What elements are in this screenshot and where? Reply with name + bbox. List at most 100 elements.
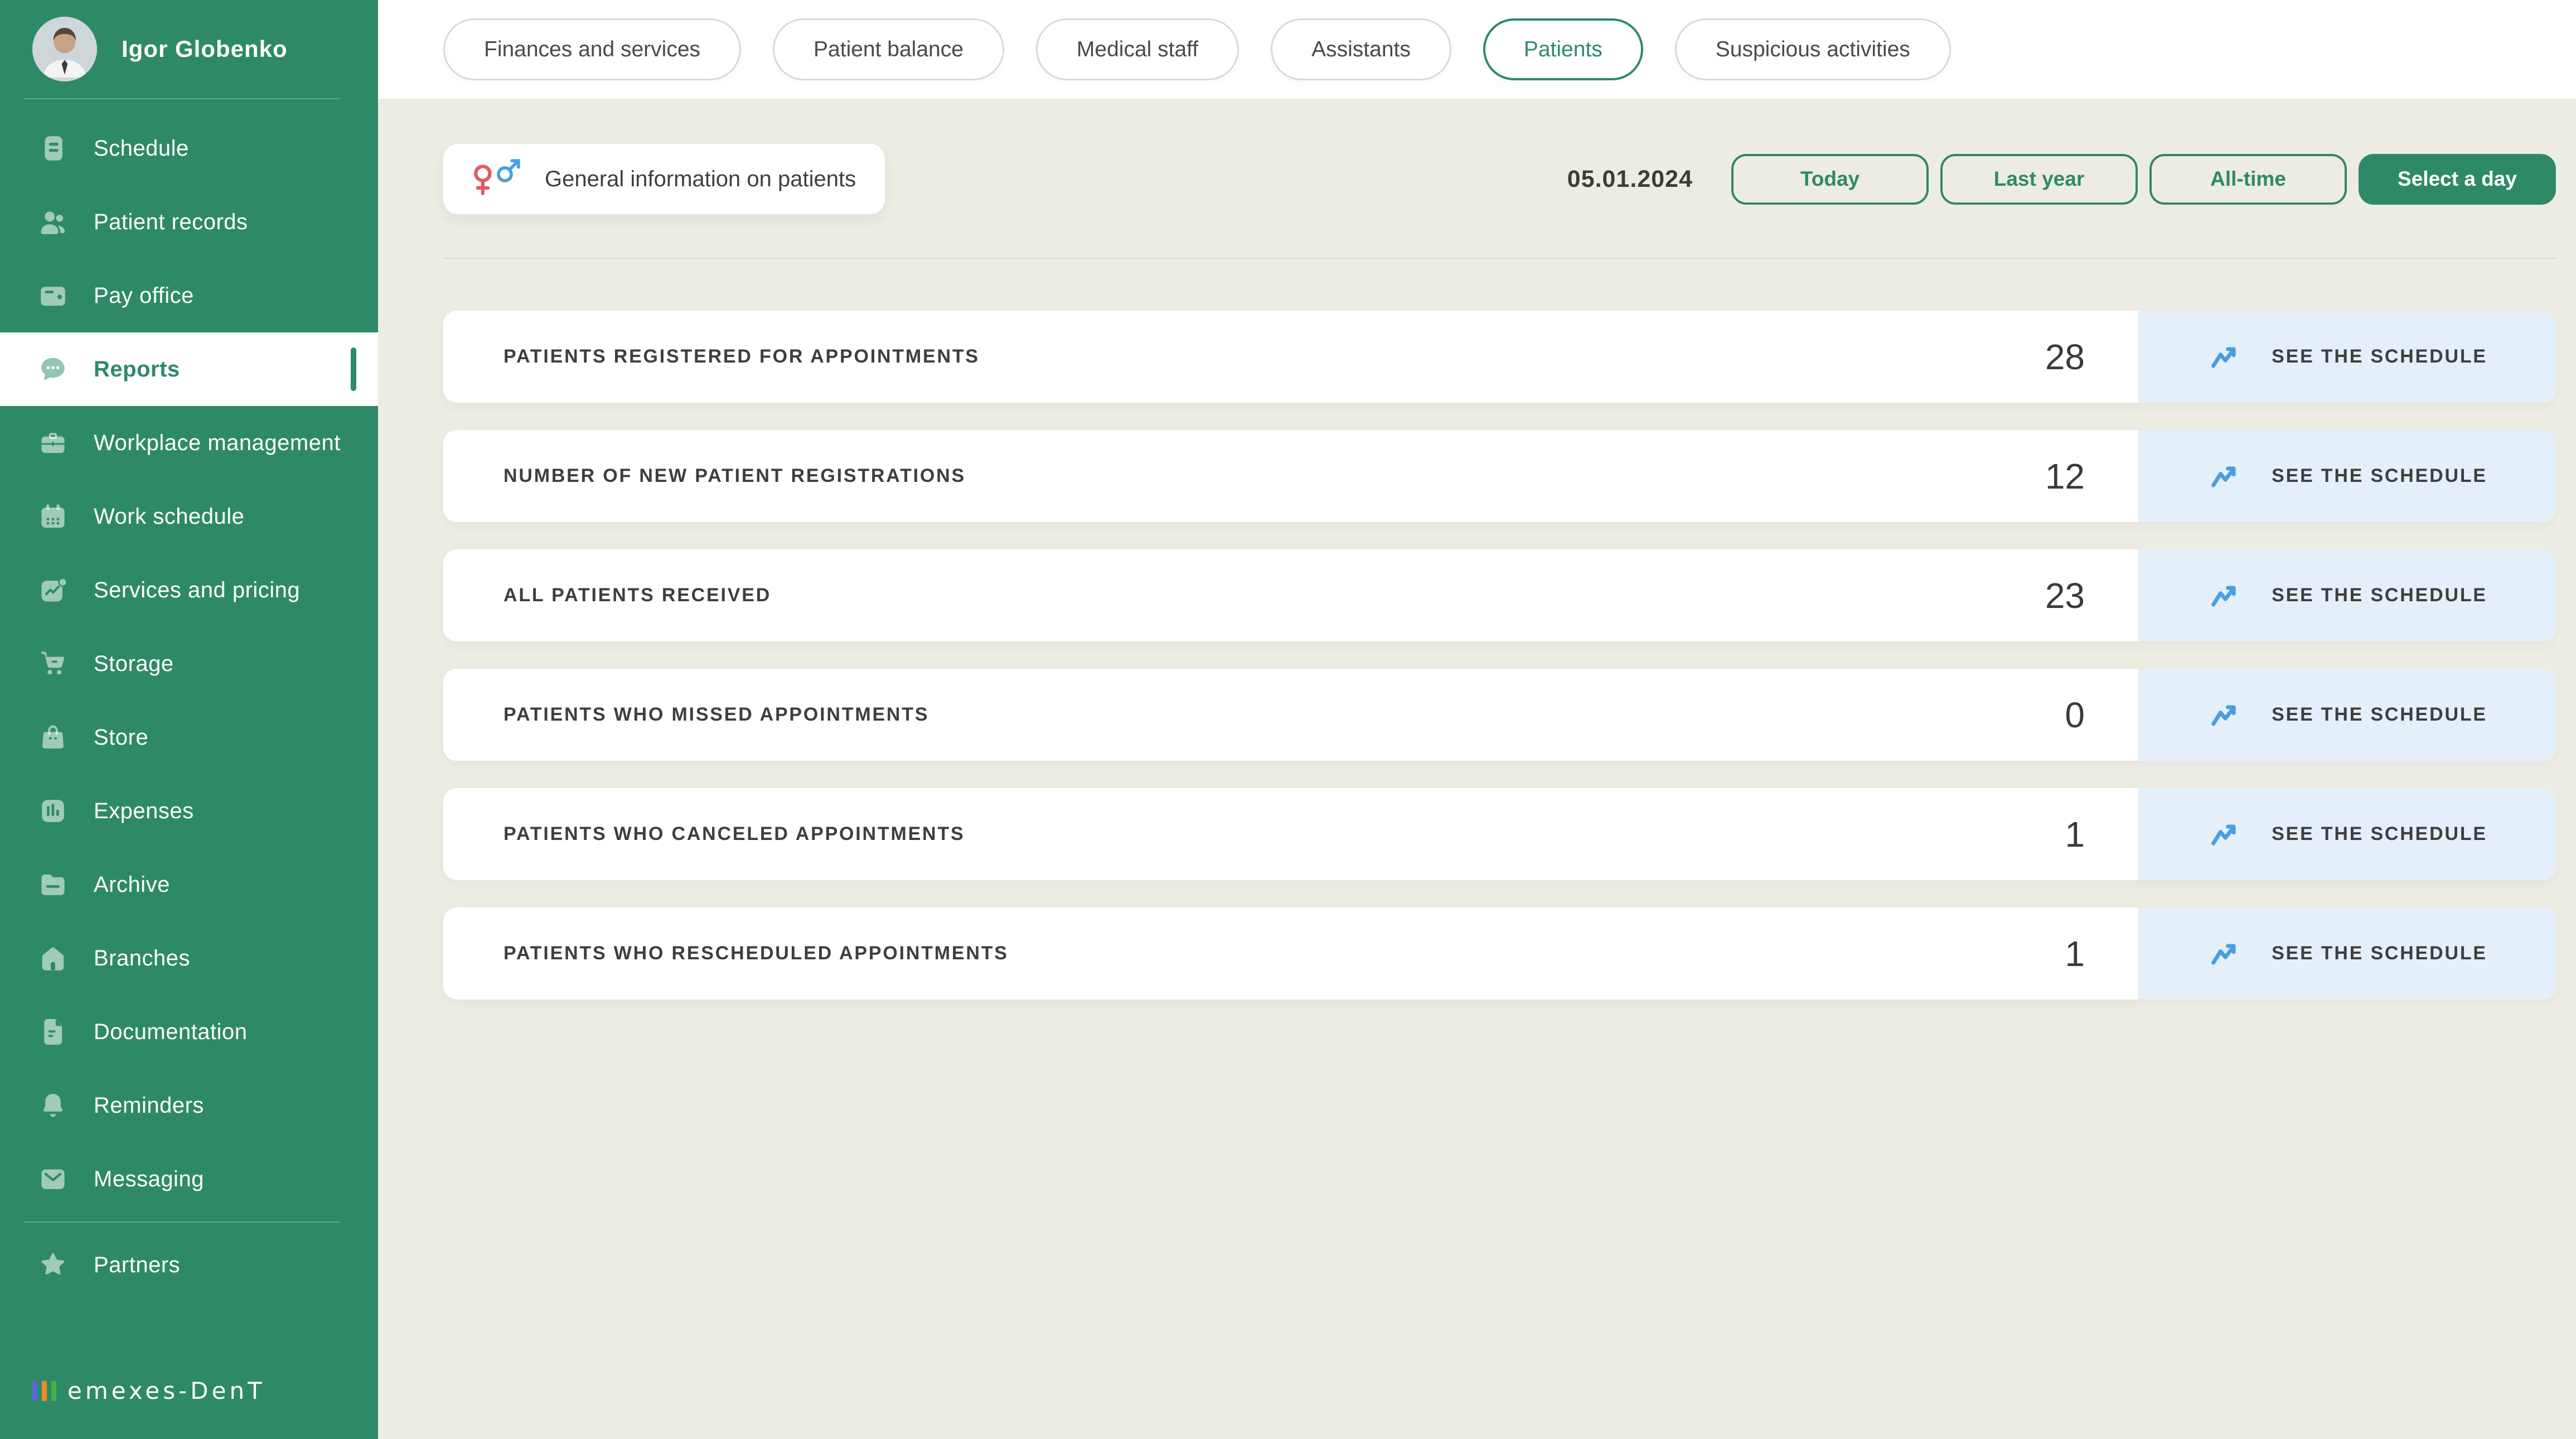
sidebar-item-messaging[interactable]: Messaging <box>0 1142 378 1216</box>
sidebar-item-services-and-pricing[interactable]: Services and pricing <box>0 553 378 627</box>
trend-up-icon <box>2207 696 2246 735</box>
sidebar-item-work-schedule[interactable]: Work schedule <box>0 480 378 553</box>
patient-records-icon <box>37 206 69 238</box>
sidebar-item-label: Patient records <box>94 210 248 235</box>
sidebar-item-partners[interactable]: Partners <box>0 1228 378 1302</box>
sidebar-item-label: Reports <box>94 357 180 382</box>
see-the-schedule-label: SEE THE SCHEDULE <box>2272 585 2487 606</box>
see-the-schedule-label: SEE THE SCHEDULE <box>2272 943 2487 964</box>
sidebar-item-reports[interactable]: Reports <box>0 332 378 406</box>
chart-badge-icon <box>37 574 69 606</box>
sidebar-item-label: Archive <box>94 872 170 897</box>
stats-list: PATIENTS REGISTERED FOR APPOINTMENTS 28 … <box>443 311 2556 999</box>
sidebar-item-label: Store <box>94 725 148 750</box>
stat-label: PATIENTS WHO CANCELED APPOINTMENTS <box>443 823 965 845</box>
stat-value: 23 <box>2045 575 2138 616</box>
sidebar-item-documentation[interactable]: Documentation <box>0 995 378 1069</box>
sidebar-item-reminders[interactable]: Reminders <box>0 1069 378 1142</box>
see-the-schedule-button[interactable]: SEE THE SCHEDULE <box>2138 907 2556 999</box>
sidebar: Igor Globenko Schedule Patient records P… <box>0 0 378 1439</box>
trend-up-icon <box>2207 934 2246 973</box>
stat-label: PATIENTS REGISTERED FOR APPOINTMENTS <box>443 346 980 368</box>
toolbar-row: General information on patients 05.01.20… <box>443 144 2556 214</box>
today-button[interactable]: Today <box>1731 154 1929 205</box>
sidebar-item-label: Work schedule <box>94 504 244 529</box>
chat-dots-icon <box>37 353 69 385</box>
stat-label: PATIENTS WHO MISSED APPOINTMENTS <box>443 704 929 726</box>
stat-value: 1 <box>2065 814 2138 855</box>
stat-row-registered: PATIENTS REGISTERED FOR APPOINTMENTS 28 … <box>443 311 2556 403</box>
sidebar-item-storage[interactable]: Storage <box>0 627 378 701</box>
user-name: Igor Globenko <box>122 36 288 62</box>
sidebar-item-expenses[interactable]: Expenses <box>0 774 378 848</box>
sidebar-item-label: Reminders <box>94 1093 204 1118</box>
sidebar-divider <box>23 98 340 99</box>
last-year-button[interactable]: Last year <box>1940 154 2138 205</box>
sidebar-item-pay-office[interactable]: Pay office <box>0 259 378 332</box>
wallet-icon <box>37 279 69 312</box>
sidebar-item-archive[interactable]: Archive <box>0 848 378 921</box>
app: Igor Globenko Schedule Patient records P… <box>0 0 2576 1439</box>
see-the-schedule-button[interactable]: SEE THE SCHEDULE <box>2138 669 2556 761</box>
sidebar-item-branches[interactable]: Branches <box>0 921 378 995</box>
stat-row-all-received: ALL PATIENTS RECEIVED 23 SEE THE SCHEDUL… <box>443 549 2556 641</box>
sidebar-item-patient-records[interactable]: Patient records <box>0 185 378 259</box>
sidebar-item-label: Schedule <box>94 136 189 161</box>
sidebar-item-label: Workplace management <box>94 431 341 456</box>
active-indicator-bar <box>351 347 356 391</box>
stat-value: 12 <box>2045 456 2138 497</box>
gender-icons <box>467 152 525 206</box>
stat-value: 0 <box>2065 694 2138 736</box>
sidebar-divider <box>23 1221 340 1223</box>
sidebar-item-schedule[interactable]: Schedule <box>0 112 378 185</box>
see-the-schedule-button[interactable]: SEE THE SCHEDULE <box>2138 311 2556 403</box>
select-a-day-button[interactable]: Select a day <box>2359 154 2556 205</box>
logo-bars-icon <box>32 1381 56 1401</box>
see-the-schedule-button[interactable]: SEE THE SCHEDULE <box>2138 788 2556 880</box>
see-the-schedule-label: SEE THE SCHEDULE <box>2272 823 2487 845</box>
stat-row-rescheduled: PATIENTS WHO RESCHEDULED APPOINTMENTS 1 … <box>443 907 2556 999</box>
content: General information on patients 05.01.20… <box>378 99 2576 1439</box>
see-the-schedule-button[interactable]: SEE THE SCHEDULE <box>2138 549 2556 641</box>
sidebar-item-label: Documentation <box>94 1020 248 1045</box>
stat-value: 1 <box>2065 933 2138 974</box>
cart-icon <box>37 648 69 680</box>
top-tab-bar: Finances and services Patient balance Me… <box>378 0 2576 99</box>
stat-row-canceled: PATIENTS WHO CANCELED APPOINTMENTS 1 SEE… <box>443 788 2556 880</box>
user-profile[interactable]: Igor Globenko <box>0 0 378 98</box>
section-title: General information on patients <box>545 167 856 192</box>
star-icon <box>37 1249 69 1281</box>
schedule-icon <box>37 132 69 165</box>
sidebar-item-workplace-management[interactable]: Workplace management <box>0 406 378 480</box>
sidebar-item-label: Expenses <box>94 799 194 824</box>
trend-up-icon <box>2207 576 2246 615</box>
main-area: Finances and services Patient balance Me… <box>378 0 2576 1439</box>
sidebar-item-store[interactable]: Store <box>0 701 378 774</box>
calendar-icon <box>37 500 69 533</box>
sidebar-item-label: Partners <box>94 1253 180 1278</box>
see-the-schedule-label: SEE THE SCHEDULE <box>2272 346 2487 368</box>
tab-assistants[interactable]: Assistants <box>1271 18 1451 80</box>
tab-finances-and-services[interactable]: Finances and services <box>443 18 741 80</box>
envelope-icon <box>37 1163 69 1195</box>
sidebar-item-label: Branches <box>94 946 190 971</box>
logo-text: emexes-DenT <box>67 1377 265 1404</box>
trend-up-icon <box>2207 815 2246 854</box>
sidebar-item-label: Services and pricing <box>94 578 300 603</box>
section-title-card: General information on patients <box>443 144 885 214</box>
tab-suspicious-activities[interactable]: Suspicious activities <box>1675 18 1951 80</box>
date-controls: 05.01.2024 Today Last year All-time Sele… <box>1567 154 2556 205</box>
doctor-photo-placeholder <box>32 17 97 81</box>
trend-up-icon <box>2207 337 2246 376</box>
bell-icon <box>37 1089 69 1122</box>
sidebar-item-label: Pay office <box>94 283 194 308</box>
selected-date: 05.01.2024 <box>1567 166 1693 193</box>
tab-patients[interactable]: Patients <box>1483 18 1643 80</box>
see-the-schedule-button[interactable]: SEE THE SCHEDULE <box>2138 430 2556 522</box>
tab-patient-balance[interactable]: Patient balance <box>773 18 1004 80</box>
see-the-schedule-label: SEE THE SCHEDULE <box>2272 465 2487 487</box>
stat-row-new-registrations: NUMBER OF NEW PATIENT REGISTRATIONS 12 S… <box>443 430 2556 522</box>
tab-medical-staff[interactable]: Medical staff <box>1036 18 1239 80</box>
sidebar-item-label: Storage <box>94 651 174 677</box>
all-time-button[interactable]: All-time <box>2149 154 2347 205</box>
